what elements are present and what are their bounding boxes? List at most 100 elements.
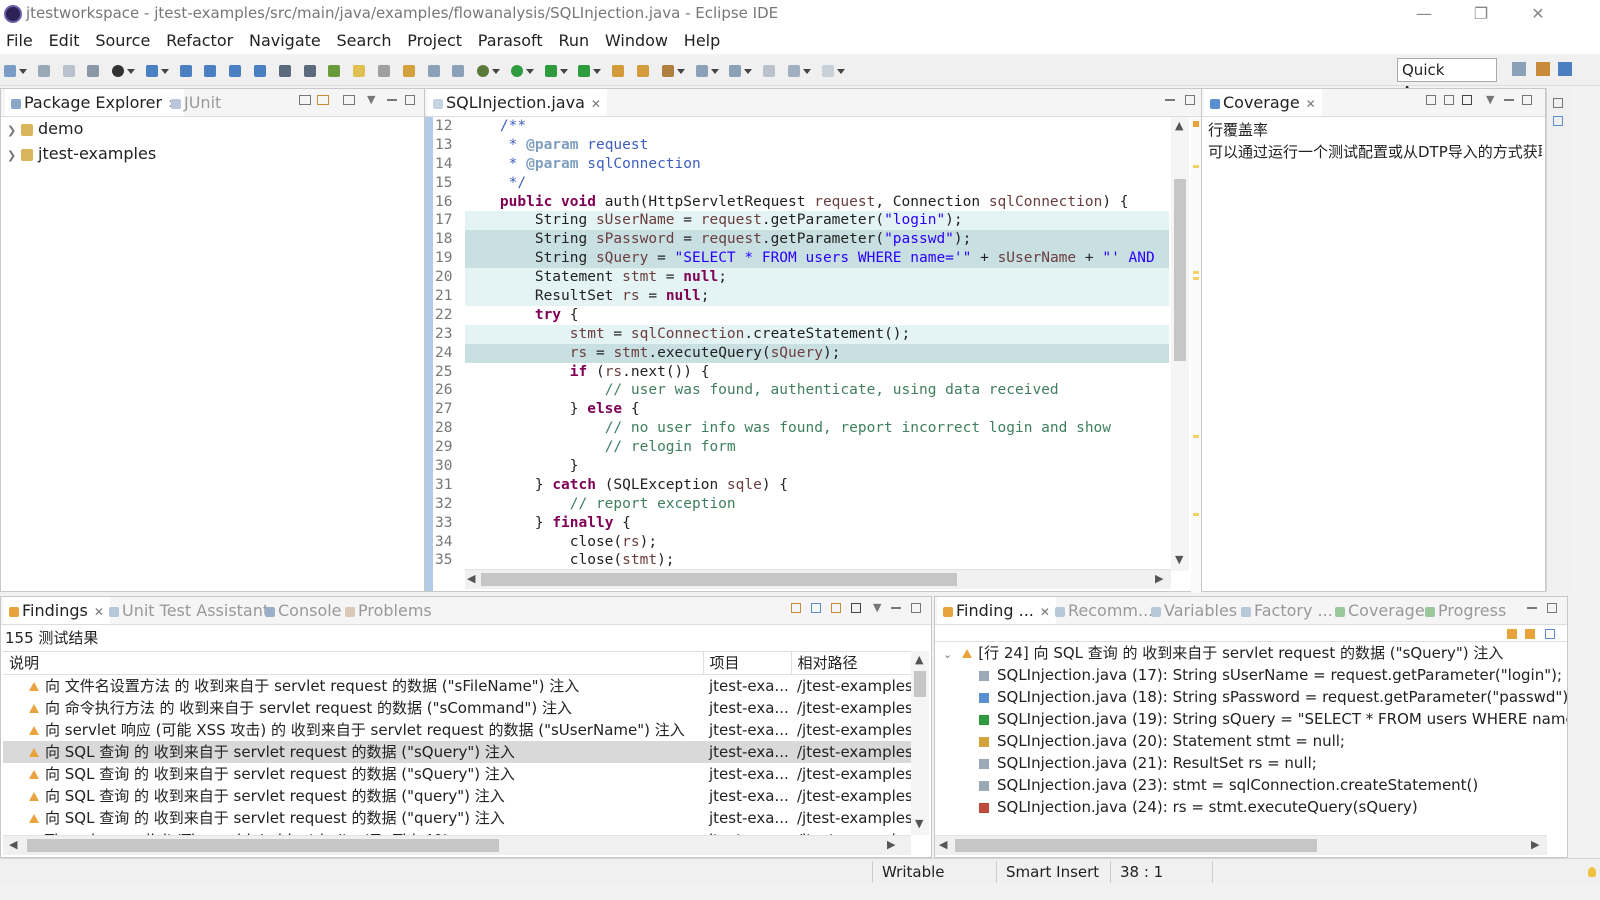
trace-item[interactable]: SQLInjection.java (24): rs = stmt.execut… — [935, 796, 1567, 818]
report-icon[interactable] — [303, 65, 316, 77]
tab-junit[interactable]: JUnit — [171, 89, 221, 116]
next-annotation-icon[interactable] — [695, 65, 708, 77]
minimized-view-icon[interactable] — [1553, 116, 1563, 126]
whitespace-icon[interactable] — [452, 65, 465, 77]
quick-access-input[interactable]: Quick Access — [1397, 58, 1497, 101]
findings-hscroll-thumb[interactable] — [27, 839, 499, 852]
menu-file[interactable]: File — [6, 31, 33, 50]
tab-coverage[interactable]: Coverage ✕ — [1204, 89, 1322, 116]
focus-task-icon[interactable] — [343, 95, 355, 105]
minimize-icon[interactable] — [387, 99, 397, 101]
menu-window[interactable]: Window — [605, 31, 668, 50]
parasoft-dropdown-icon[interactable] — [127, 69, 136, 74]
tab-findings[interactable]: Findings ✕ — [3, 597, 110, 624]
new-dropdown-icon[interactable] — [19, 69, 27, 74]
back-dropdown-icon[interactable] — [802, 69, 811, 74]
prev-annotation-icon[interactable] — [729, 65, 742, 77]
collapse-chevron-icon[interactable]: ⌄ — [943, 648, 952, 661]
minimize-icon[interactable] — [891, 607, 901, 609]
scroll-down-icon[interactable]: ▼ — [1175, 553, 1183, 566]
mark-icon[interactable] — [353, 65, 366, 77]
minimize-icon[interactable] — [1504, 99, 1514, 101]
tab-coverage-2[interactable]: Coverage — [1335, 597, 1425, 624]
findings-horizontal-scrollbar[interactable]: ◀ ▶ — [3, 835, 911, 855]
menu-parasoft[interactable]: Parasoft — [478, 31, 543, 50]
group-icon[interactable] — [811, 603, 821, 613]
test-dropdown-icon[interactable] — [160, 69, 169, 74]
prev-annotation-dropdown-icon[interactable] — [744, 69, 753, 74]
editor-vscroll-thumb[interactable] — [1174, 179, 1186, 361]
save-icon[interactable] — [37, 65, 50, 77]
back-icon[interactable] — [787, 65, 800, 77]
menu-project[interactable]: Project — [407, 31, 462, 50]
maximize-icon[interactable] — [405, 95, 415, 105]
close-tab-icon[interactable]: ✕ — [1040, 605, 1050, 619]
code-text[interactable]: /** * @param request * @param sqlConnect… — [465, 117, 1169, 569]
run-test-4-icon[interactable] — [254, 65, 267, 77]
findings-vscroll-thumb[interactable] — [914, 671, 926, 697]
prev-finding-icon[interactable] — [1525, 629, 1535, 639]
findings-row[interactable]: 向 SQL 查询 的 收到来自于 servlet request 的数据 ("q… — [3, 807, 911, 829]
tree-item-demo[interactable]: ❯ demo — [7, 117, 156, 142]
editor-hscroll-thumb[interactable] — [481, 573, 957, 586]
menu-source[interactable]: Source — [95, 31, 150, 50]
debug-icon[interactable] — [477, 65, 490, 77]
maximize-icon[interactable] — [1185, 95, 1195, 105]
minimize-icon[interactable] — [1527, 607, 1537, 609]
filter-icon[interactable] — [791, 603, 801, 613]
scroll-right-icon[interactable]: ▶ — [887, 838, 895, 851]
findings-row[interactable]: 向 SQL 查询 的 收到来自于 servlet request 的数据 ("s… — [3, 741, 911, 763]
trace-item[interactable]: SQLInjection.java (18): String sPassword… — [935, 686, 1567, 708]
search-icon[interactable] — [661, 65, 674, 77]
menu-edit[interactable]: Edit — [49, 31, 80, 50]
trace-item[interactable]: SQLInjection.java (23): stmt = sqlConnec… — [935, 774, 1567, 796]
test-icon[interactable] — [145, 65, 158, 77]
trace-item[interactable]: SQLInjection.java (20): Statement stmt =… — [935, 730, 1567, 752]
scroll-left-icon[interactable]: ◀ — [939, 838, 947, 851]
menu-search[interactable]: Search — [337, 31, 392, 50]
findings-row[interactable]: 向 命令执行方法 的 收到来自于 servlet request 的数据 ("s… — [3, 697, 911, 719]
menu-help[interactable]: Help — [684, 31, 720, 50]
scroll-right-icon[interactable]: ▶ — [1531, 838, 1539, 851]
toggle-icon[interactable] — [328, 65, 341, 77]
findings-row[interactable]: 向 SQL 查询 的 收到来自于 servlet request 的数据 ("q… — [3, 785, 911, 807]
scroll-up-icon[interactable]: ▲ — [915, 653, 923, 666]
clear-coverage-icon[interactable] — [1462, 95, 1472, 105]
detail-hscroll-thumb[interactable] — [955, 839, 1317, 852]
findings-row[interactable]: 向 文件名设置方法 的 收到来自于 servlet request 的数据 ("… — [3, 675, 911, 698]
print-icon[interactable] — [87, 65, 100, 77]
open-task-icon[interactable] — [636, 65, 649, 77]
collapse-all-icon[interactable] — [1444, 95, 1454, 105]
save-all-icon[interactable] — [62, 65, 75, 77]
menu-run[interactable]: Run — [558, 31, 589, 50]
close-button[interactable]: ✕ — [1518, 2, 1558, 26]
search-dropdown-icon[interactable] — [676, 69, 685, 74]
tab-variables[interactable]: Variables — [1151, 597, 1237, 624]
tree-item-jtest-examples[interactable]: ❯ jtest-examples — [7, 142, 156, 167]
editor-horizontal-scrollbar[interactable]: ◀ ▶ — [465, 569, 1171, 589]
trace-item[interactable]: SQLInjection.java (17): String sUserName… — [935, 664, 1567, 686]
column-header-project[interactable]: 项目 — [702, 652, 791, 675]
view-menu-icon[interactable]: ▼ — [873, 601, 881, 614]
coverage-run-icon[interactable] — [544, 65, 557, 77]
restore-button[interactable]: ❐ — [1461, 2, 1501, 26]
scroll-up-icon[interactable]: ▲ — [1175, 119, 1183, 132]
close-tab-icon[interactable]: ✕ — [94, 605, 104, 619]
open-perspective-icon[interactable] — [1512, 62, 1526, 76]
run-test-icon[interactable] — [179, 65, 192, 77]
import-icon[interactable] — [278, 65, 291, 77]
view-menu-icon[interactable]: ▼ — [367, 93, 375, 106]
parasoft-perspective-icon[interactable] — [1558, 62, 1572, 76]
trace-root[interactable]: ⌄ [行 24] 向 SQL 查询 的 收到来自于 servlet request… — [935, 642, 1567, 664]
forward-icon[interactable] — [821, 65, 834, 77]
annotation-icon[interactable] — [402, 65, 415, 77]
trace-item[interactable]: SQLInjection.java (21): ResultSet rs = n… — [935, 752, 1567, 774]
close-tab-icon[interactable]: ✕ — [591, 97, 601, 111]
tab-progress[interactable]: Progress — [1425, 597, 1506, 624]
warning-marker-icon[interactable] — [1193, 121, 1199, 127]
last-edit-icon[interactable] — [763, 65, 776, 77]
scroll-down-icon[interactable]: ▼ — [915, 817, 923, 830]
coverage-dropdown-icon[interactable] — [559, 69, 568, 74]
restore-view-icon[interactable] — [1553, 98, 1563, 108]
block-icon[interactable] — [377, 65, 390, 77]
